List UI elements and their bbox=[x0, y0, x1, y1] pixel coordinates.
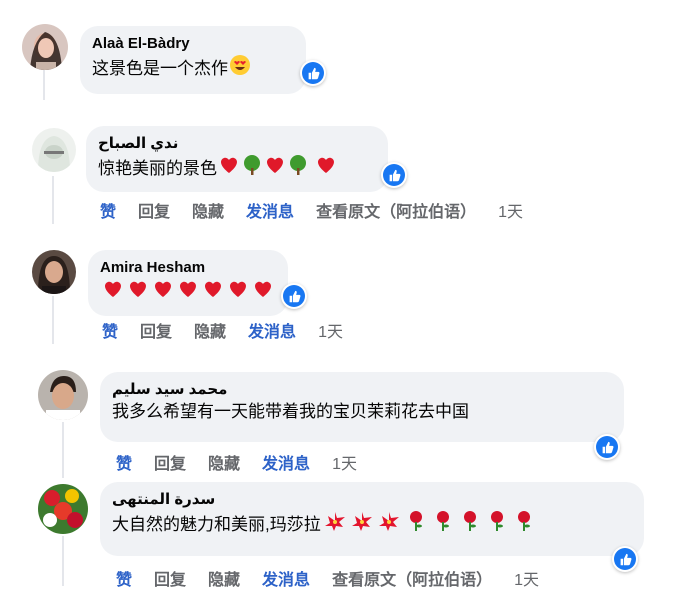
like-reaction-badge[interactable] bbox=[594, 434, 620, 460]
timestamp[interactable]: 1天 bbox=[332, 450, 357, 474]
comment-text: 这景色是一个杰作 bbox=[92, 54, 294, 83]
edge-fade bbox=[670, 0, 700, 592]
avatar[interactable] bbox=[22, 24, 68, 70]
timestamp[interactable]: 1天 bbox=[498, 198, 523, 222]
tree-emoji-icon bbox=[287, 154, 309, 183]
hibiscus-emoji-icon bbox=[349, 510, 375, 539]
red-heart-emoji-icon bbox=[218, 154, 240, 183]
like-button[interactable]: 赞 bbox=[102, 318, 118, 342]
comment-actions: 赞 回复 隐藏 发消息 查看原文（阿拉伯语） 1天 bbox=[116, 566, 561, 590]
red-heart-emoji-icon bbox=[101, 278, 125, 307]
hide-button[interactable]: 隐藏 bbox=[192, 198, 224, 222]
red-heart-emoji-icon bbox=[176, 278, 200, 307]
comment-actions: 赞 回复 隐藏 发消息 1天 bbox=[102, 318, 365, 342]
red-heart-emoji-icon bbox=[264, 154, 286, 183]
comment-text: 大自然的魅力和美丽,玛莎拉 bbox=[112, 510, 632, 539]
hibiscus-emoji-icon bbox=[376, 510, 402, 539]
comment-text-body: 大自然的魅力和美丽,玛莎拉 bbox=[112, 514, 321, 534]
like-button[interactable]: 赞 bbox=[116, 450, 132, 474]
like-reaction-badge[interactable] bbox=[281, 283, 307, 309]
timestamp[interactable]: 1天 bbox=[318, 318, 343, 342]
see-original-button[interactable]: 查看原文（阿拉伯语） bbox=[332, 566, 492, 590]
send-message-button[interactable]: 发消息 bbox=[262, 566, 310, 590]
comment-text-body: 这景色是一个杰作 bbox=[92, 58, 228, 78]
hibiscus-emoji-icon bbox=[322, 510, 348, 539]
comment-text: 我多么希望有一天能带着我的宝贝茉莉花去中国 bbox=[112, 400, 612, 424]
red-heart-emoji-icon bbox=[126, 278, 150, 307]
send-message-button[interactable]: 发消息 bbox=[262, 450, 310, 474]
thread-line bbox=[52, 296, 54, 344]
thread-line bbox=[62, 536, 64, 586]
like-reaction-badge[interactable] bbox=[300, 60, 326, 86]
like-button[interactable]: 赞 bbox=[100, 198, 116, 222]
comment-bubble: Alaà El-Bàdry 这景色是一个杰作 bbox=[80, 26, 306, 94]
timestamp[interactable]: 1天 bbox=[514, 566, 539, 590]
comment-text-body: 惊艳美丽的景色 bbox=[98, 158, 217, 178]
see-original-button[interactable]: 查看原文（阿拉伯语） bbox=[316, 198, 476, 222]
thread-line bbox=[62, 422, 64, 478]
thumbs-up-icon bbox=[389, 169, 400, 181]
rose-emoji-icon bbox=[511, 510, 537, 539]
reply-button[interactable]: 回复 bbox=[154, 566, 186, 590]
send-message-button[interactable]: 发消息 bbox=[246, 198, 294, 222]
reply-button[interactable]: 回复 bbox=[140, 318, 172, 342]
comment-author[interactable]: ندي الصباح bbox=[98, 134, 376, 154]
reply-button[interactable]: 回复 bbox=[138, 198, 170, 222]
comment-actions: 赞 回复 隐藏 发消息 查看原文（阿拉伯语） 1天 bbox=[100, 198, 545, 222]
rose-emoji-icon bbox=[430, 510, 456, 539]
comment-author[interactable]: Alaà El-Bàdry bbox=[92, 34, 294, 54]
comment-bubble: ندي الصباح 惊艳美丽的景色 bbox=[86, 126, 388, 192]
avatar[interactable] bbox=[32, 250, 76, 294]
comment-text-body: 我多么希望有一天能带着我的宝贝茉莉花去中国 bbox=[112, 402, 469, 421]
reply-button[interactable]: 回复 bbox=[154, 450, 186, 474]
comment-bubble: سدرة المنتهى 大自然的魅力和美丽,玛莎拉 bbox=[100, 482, 644, 556]
rose-emoji-icon bbox=[484, 510, 510, 539]
send-message-button[interactable]: 发消息 bbox=[248, 318, 296, 342]
like-reaction-badge[interactable] bbox=[381, 162, 407, 188]
rose-emoji-icon bbox=[403, 510, 429, 539]
comment-author[interactable]: محمد سيد سليم bbox=[112, 380, 612, 400]
comment-actions: 赞 回复 隐藏 发消息 1天 bbox=[116, 450, 379, 474]
rose-emoji-icon bbox=[457, 510, 483, 539]
thumbs-up-icon bbox=[289, 290, 300, 302]
comment-author[interactable]: Amira Hesham bbox=[100, 258, 276, 278]
avatar[interactable] bbox=[38, 370, 88, 420]
red-heart-emoji-icon bbox=[201, 278, 225, 307]
comment-bubble: محمد سيد سليم 我多么希望有一天能带着我的宝贝茉莉花去中国 bbox=[100, 372, 624, 442]
thumbs-up-icon bbox=[602, 441, 613, 453]
red-heart-emoji-icon bbox=[226, 278, 250, 307]
thread-line bbox=[43, 70, 45, 100]
thread-line bbox=[52, 176, 54, 224]
red-heart-emoji-icon bbox=[151, 278, 175, 307]
heart-eyes-emoji-icon bbox=[229, 54, 251, 83]
thumbs-up-icon bbox=[308, 67, 319, 79]
red-heart-emoji-icon bbox=[315, 154, 337, 183]
hide-button[interactable]: 隐藏 bbox=[208, 450, 240, 474]
comment-author[interactable]: سدرة المنتهى bbox=[112, 490, 632, 510]
like-reaction-badge[interactable] bbox=[612, 546, 638, 572]
hide-button[interactable]: 隐藏 bbox=[208, 566, 240, 590]
hide-button[interactable]: 隐藏 bbox=[194, 318, 226, 342]
red-heart-emoji-icon bbox=[251, 278, 275, 307]
tree-emoji-icon bbox=[241, 154, 263, 183]
avatar[interactable] bbox=[38, 484, 88, 534]
like-button[interactable]: 赞 bbox=[116, 566, 132, 590]
comment-bubble: Amira Hesham bbox=[88, 250, 288, 316]
avatar[interactable] bbox=[32, 128, 76, 172]
comment-text bbox=[100, 278, 276, 307]
comment-text: 惊艳美丽的景色 bbox=[98, 154, 376, 183]
thumbs-up-icon bbox=[620, 553, 631, 565]
